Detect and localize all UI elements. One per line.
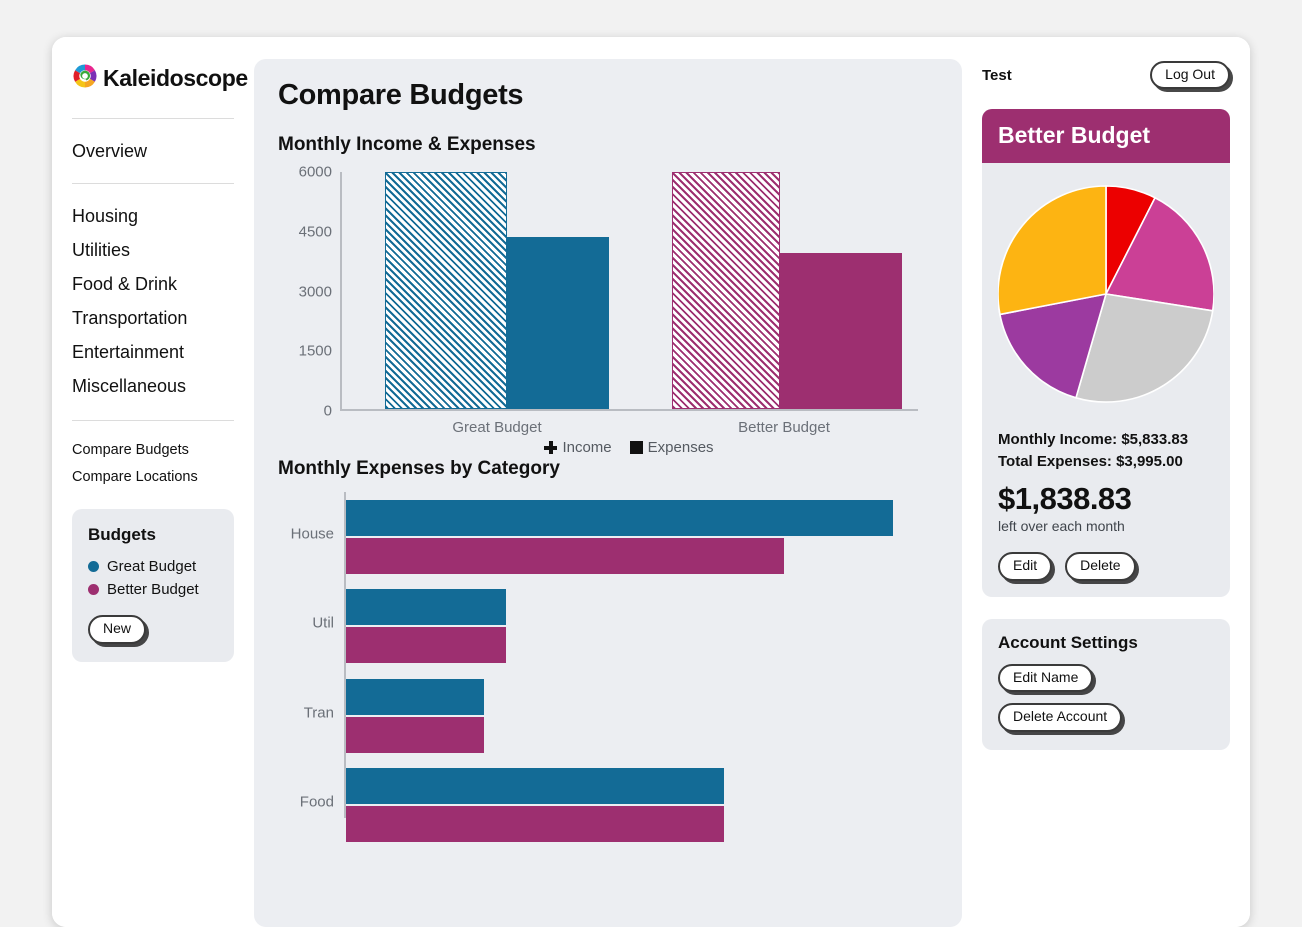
sidebar-item-compare-budgets[interactable]: Compare Budgets bbox=[72, 437, 234, 464]
sidebar-item-miscellaneous[interactable]: Miscellaneous bbox=[72, 370, 234, 404]
legend-label: Expenses bbox=[647, 439, 714, 456]
bar-better-budget-expenses bbox=[780, 252, 902, 409]
y-tick-label: House bbox=[290, 525, 334, 543]
kaleidoscope-aperture-icon bbox=[72, 63, 98, 94]
square-marker-icon bbox=[629, 441, 643, 454]
log-out-button[interactable]: Log Out bbox=[1150, 60, 1230, 90]
bar-great-budget-income bbox=[385, 172, 507, 409]
expenses-by-category-chart: Monthly Expenses by Category House Util … bbox=[278, 458, 938, 842]
main-content: Compare Budgets Monthly Income & Expense… bbox=[254, 59, 962, 927]
sidebar-item-entertainment[interactable]: Entertainment bbox=[72, 336, 234, 370]
expenses-by-category-chart-title: Monthly Expenses by Category bbox=[278, 458, 560, 479]
pie-svg bbox=[998, 185, 1214, 403]
plus-marker-icon bbox=[544, 441, 558, 454]
edit-name-wrap: Edit Name bbox=[998, 663, 1214, 693]
rail-header: Test Log Out bbox=[982, 59, 1230, 91]
y-tick-label: Food bbox=[299, 793, 334, 811]
sidebar-item-food-and-drink[interactable]: Food & Drink bbox=[72, 268, 234, 302]
bar-house-better-budget bbox=[346, 538, 784, 574]
sidebar-item-compare-locations[interactable]: Compare Locations bbox=[72, 464, 234, 491]
expenses-by-category-plot-area: House Util Tran Food bbox=[291, 492, 893, 842]
y-axis-line bbox=[340, 172, 342, 411]
sidebar-item-transportation[interactable]: Transportation bbox=[72, 302, 234, 336]
nav-categories: Housing Utilities Food & Drink Transport… bbox=[72, 200, 234, 404]
delete-account-button[interactable]: Delete Account bbox=[998, 703, 1123, 732]
app-window: Kaleidoscope Overview Housing Utilities … bbox=[52, 37, 1250, 927]
budget-detail-card: Better Budget Monthly Income: $5,833.83 … bbox=[982, 109, 1230, 597]
edit-name-button[interactable]: Edit Name bbox=[998, 663, 1094, 693]
sidebar-item-housing[interactable]: Housing bbox=[72, 200, 234, 234]
budget-list-item-great-budget[interactable]: Great Budget bbox=[88, 555, 218, 578]
right-rail: Test Log Out Better Budget Monthly Incom… bbox=[962, 37, 1250, 927]
income-expenses-legend: Income Expenses bbox=[340, 439, 918, 456]
budget-color-dot bbox=[88, 561, 99, 572]
budget-list-item-label: Great Budget bbox=[107, 558, 197, 575]
legend-entry-income: Income bbox=[544, 439, 612, 456]
budget-detail-title: Better Budget bbox=[982, 109, 1230, 163]
legend-label: Income bbox=[562, 439, 612, 456]
divider bbox=[72, 420, 234, 421]
bar-great-budget-expenses bbox=[507, 237, 609, 409]
bar-house-great-budget bbox=[346, 500, 893, 536]
income-expenses-chart-title: Monthly Income & Expenses bbox=[278, 134, 536, 155]
leftover-caption: left over each month bbox=[998, 518, 1125, 535]
sidebar-item-utilities[interactable]: Utilities bbox=[72, 234, 234, 268]
bar-tran-better-budget bbox=[346, 717, 484, 753]
budget-list-item-label: Better Budget bbox=[107, 581, 199, 598]
budget-actions: Edit Delete bbox=[998, 552, 1214, 581]
new-budget-button[interactable]: New bbox=[88, 615, 147, 644]
y-tick-label: 6000 bbox=[298, 163, 332, 181]
y-tick-label: 4500 bbox=[298, 223, 332, 241]
monthly-income-line: Monthly Income: $5,833.83 bbox=[998, 431, 1189, 448]
account-settings-card: Account Settings Edit Name Delete Accoun… bbox=[982, 618, 1230, 750]
nav-compare: Compare Budgets Compare Locations bbox=[72, 437, 234, 491]
pie-slice-7 bbox=[998, 185, 1107, 316]
y-tick-label: Tran bbox=[303, 704, 334, 722]
edit-budget-button[interactable]: Edit bbox=[998, 552, 1053, 581]
x-tick-label: Great Budget bbox=[452, 419, 542, 436]
x-axis-line bbox=[340, 409, 918, 411]
divider bbox=[72, 183, 234, 184]
y-tick-label: 0 bbox=[323, 402, 332, 420]
total-expenses-line: Total Expenses: $3,995.00 bbox=[998, 453, 1183, 471]
budget-breakdown-pie-chart bbox=[998, 175, 1214, 413]
x-tick-label: Better Budget bbox=[738, 419, 830, 436]
account-name: Test bbox=[982, 66, 1012, 84]
income-expenses-plot-area: 6000 4500 3000 1500 0 Great Budget Bette… bbox=[299, 164, 918, 436]
page-title: Compare Budgets bbox=[278, 79, 524, 111]
bar-better-budget-income bbox=[672, 172, 780, 409]
delete-account-wrap: Delete Account bbox=[998, 703, 1214, 732]
divider bbox=[72, 118, 234, 119]
budgets-card-title: Budgets bbox=[88, 525, 156, 544]
legend-entry-expenses: Expenses bbox=[629, 439, 714, 456]
budgets-card: Budgets Great Budget Better Budget New bbox=[72, 509, 234, 662]
account-settings-title: Account Settings bbox=[998, 632, 1138, 652]
sidebar: Kaleidoscope Overview Housing Utilities … bbox=[52, 37, 254, 927]
budget-color-dot bbox=[88, 584, 99, 595]
brand-name: Kaleidoscope bbox=[103, 65, 248, 91]
bar-tran-great-budget bbox=[346, 679, 484, 715]
bar-util-great-budget bbox=[346, 589, 506, 625]
sidebar-item-overview[interactable]: Overview bbox=[72, 135, 234, 169]
y-tick-label: Util bbox=[312, 614, 334, 632]
y-tick-label: 1500 bbox=[298, 342, 332, 360]
income-expenses-chart: Monthly Income & Expenses 6000 4500 3000… bbox=[278, 134, 938, 456]
delete-budget-button[interactable]: Delete bbox=[1065, 552, 1136, 581]
brand-logo[interactable]: Kaleidoscope bbox=[72, 63, 248, 94]
bar-food-better-budget bbox=[346, 806, 724, 842]
nav-primary: Overview bbox=[72, 135, 234, 169]
y-tick-label: 3000 bbox=[298, 283, 332, 300]
budget-detail-body: Monthly Income: $5,833.83 Total Expenses… bbox=[982, 163, 1230, 597]
budget-list-item-better-budget[interactable]: Better Budget bbox=[88, 578, 218, 601]
leftover-amount: $1,838.83 bbox=[998, 481, 1132, 517]
bar-food-great-budget bbox=[346, 768, 724, 804]
bar-util-better-budget bbox=[346, 627, 506, 663]
